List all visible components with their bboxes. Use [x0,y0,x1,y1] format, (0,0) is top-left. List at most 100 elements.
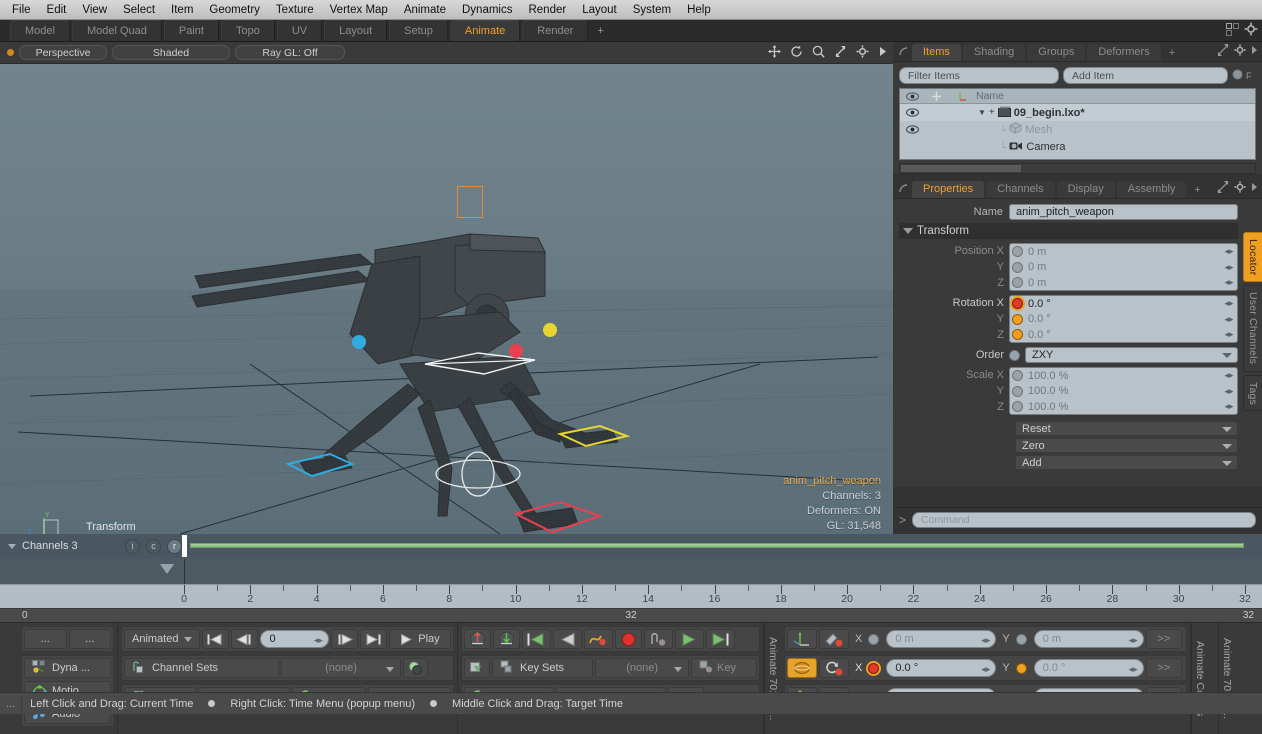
timeline-toggle-c[interactable]: c [146,538,161,554]
position-y-value[interactable]: 0 m [1028,261,1221,273]
position-x-nudge-icon[interactable]: ◂▸ [981,635,990,646]
scale-z-keyframe-dot[interactable] [1012,401,1023,412]
current-frame-input[interactable]: 0 ◂▸ [260,630,329,648]
3d-viewport[interactable]: Y X Z Transform anim_pitch_weapon Channe… [0,64,893,534]
chevron-down-icon[interactable] [674,667,682,672]
row-name-cell[interactable]: ▼ + 09_begin.lxo* [976,106,1085,120]
key-filter-button[interactable] [464,658,490,678]
row-name-cell[interactable]: └ Mesh [976,122,1052,137]
scale-y-value[interactable]: 100.0 % [1028,385,1221,397]
vtab-user-channels[interactable]: User Channels [1243,285,1262,372]
scale-z-nudge-icon[interactable]: ◂▸ [1221,401,1237,412]
position-z-value[interactable]: 0 m [1028,277,1221,289]
scale-y-nudge-icon[interactable]: ◂▸ [1221,386,1237,397]
vtab-locator[interactable]: Locator [1243,232,1262,283]
filter-options-icon[interactable] [1232,68,1243,83]
filter-items-input[interactable]: Filter Items [899,67,1059,84]
mode-tab-add-button[interactable]: + [590,20,610,41]
chevron-down-icon[interactable] [1222,444,1232,449]
menu-item-item[interactable]: Item [163,2,201,18]
item-name-input[interactable]: anim_pitch_weapon [1009,203,1238,220]
next-frame-button[interactable] [330,629,358,649]
gear-icon[interactable] [856,45,869,58]
tab-properties[interactable]: Properties [912,181,985,198]
rotation-y-nudge-icon[interactable]: ◂▸ [1221,314,1237,325]
chevron-down-icon[interactable] [386,667,394,672]
layout-switch-icon[interactable] [1226,22,1240,39]
scale-y-row[interactable]: Y 100.0 % ◂▸ [899,383,1238,399]
position-x-value[interactable]: 0 m [1028,246,1221,258]
rotate-icon[interactable] [790,45,803,58]
mech-turret-model[interactable] [0,64,893,534]
rotation-order-row[interactable]: Order ZXY [899,347,1238,363]
menu-item-system[interactable]: System [625,2,679,18]
tab-assembly[interactable]: Assembly [1116,181,1187,198]
position-x-keyframe-dot[interactable] [1012,246,1023,257]
preset-slot-1[interactable]: ... [24,629,67,649]
add-transform-button[interactable]: Add [1015,455,1238,470]
position-y-coord-input[interactable]: 0 m ◂▸ [1033,630,1144,648]
menu-item-help[interactable]: Help [679,2,719,18]
position-x-coord-dot[interactable] [868,633,880,645]
table-row[interactable]: ▼ + 09_begin.lxo* [900,104,1255,121]
item-tree-scrollbar[interactable] [899,163,1256,174]
rotation-tool-icon-button[interactable] [787,658,817,678]
menu-item-vertex-map[interactable]: Vertex Map [322,2,396,18]
disclosure-triangle-icon[interactable]: ▼ [978,108,986,117]
rotation-x-keyframe-dot[interactable] [1012,298,1023,309]
chevron-down-icon[interactable] [1222,461,1232,466]
key-sets-select[interactable]: (none) [595,658,689,678]
menu-item-texture[interactable]: Texture [268,2,322,18]
panel-menu-icon[interactable] [1251,45,1258,58]
rotation-z-nudge-icon[interactable]: ◂▸ [1221,329,1237,340]
position-z-keyframe-dot[interactable] [1012,277,1023,288]
rotation-z-keyframe-dot[interactable] [1012,329,1023,340]
zero-transform-button[interactable]: Zero [1015,438,1238,453]
prev-key-nav-button[interactable] [522,629,551,649]
mode-tab-layout[interactable]: Layout [324,20,388,41]
tool-dynamics[interactable]: Dyna ... [24,658,111,678]
position-more-button[interactable]: >> [1145,629,1182,649]
chevron-down-icon[interactable] [1222,353,1232,358]
command-input[interactable]: Command [912,511,1256,528]
playback-mode-select[interactable]: Animated [124,629,201,649]
position-y-keyframe-dot[interactable] [1012,261,1023,273]
rotation-x-nudge-icon[interactable]: ◂▸ [981,664,990,675]
vertical-label-animate-701-ke[interactable]: Animate 701 Ke... [764,623,781,734]
key-remove-button[interactable] [644,629,673,649]
scale-x-row[interactable]: Scale X 100.0 % ◂▸ [899,367,1238,383]
timeline-channel-range-bar[interactable] [190,543,1244,548]
next-key-nav-button[interactable] [706,629,735,649]
key-sets-button[interactable]: Key Sets [492,658,594,678]
timeline-toggle-r[interactable]: r [167,538,182,554]
position-x-coord-input[interactable]: 0 m ◂▸ [886,630,997,648]
position-key-icon-button[interactable] [819,629,849,649]
rotation-y-keyframe-dot[interactable] [1012,313,1023,325]
tab-groups[interactable]: Groups [1027,44,1086,61]
go-to-start-button[interactable] [202,629,230,649]
rotation-key-icon-button[interactable] [819,658,849,678]
expand-plus-icon[interactable]: + [989,107,995,118]
chevron-down-icon[interactable] [1222,427,1232,432]
move-icon[interactable] [768,45,781,58]
position-y-coord-dot[interactable] [1015,633,1027,645]
rotation-x-value[interactable]: 0.0 ° [1028,298,1221,310]
scale-z-row[interactable]: Z 100.0 % ◂▸ [899,399,1238,415]
table-row[interactable]: └ Camera [900,138,1255,155]
tab-add-properties-button[interactable]: + [1188,182,1206,198]
rotation-y-nudge-icon[interactable]: ◂▸ [1129,664,1138,675]
menu-item-view[interactable]: View [74,2,115,18]
timeline-range-end[interactable]: 32 [1243,610,1254,621]
add-item-button[interactable]: Add Item [1063,67,1228,84]
gear-icon[interactable] [1244,22,1258,39]
timeline-toggle-i[interactable]: i [125,538,140,554]
rotation-z-value[interactable]: 0.0 ° [1028,329,1221,341]
go-to-end-button[interactable] [359,629,387,649]
position-z-nudge-icon[interactable]: ◂▸ [1221,277,1237,288]
gear-icon[interactable] [1234,44,1246,59]
timeline-range-center[interactable]: 32 [625,610,636,621]
mode-tab-render[interactable]: Render [522,20,589,41]
menu-item-layout[interactable]: Layout [574,2,625,18]
rotation-order-keyframe-dot[interactable] [1009,349,1020,361]
rotation-z-row[interactable]: Z 0.0 ° ◂▸ [899,327,1238,343]
